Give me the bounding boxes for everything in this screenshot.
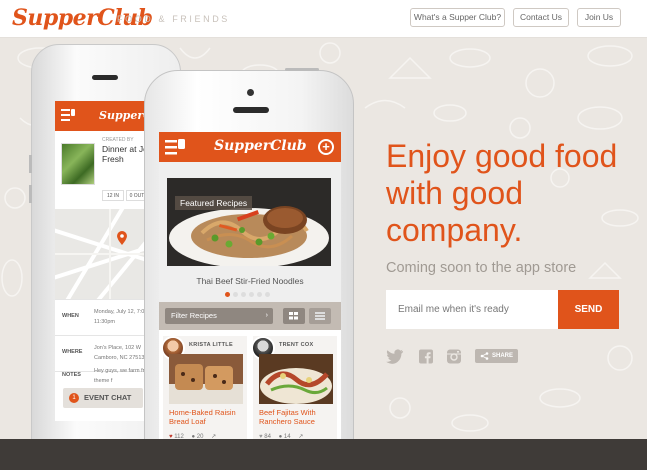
featured-recipes-carousel[interactable]: Featured Recipes Thai Beef Stir-Fried No… [159,162,341,302]
top-header: SupperClub FOOD & FRIENDS What's a Suppe… [0,0,647,38]
carousel-dot[interactable] [257,292,262,297]
event-thumbnail [61,143,95,185]
carousel-dot-active[interactable] [225,292,230,297]
recipe-author: TRENT COX [279,342,314,348]
email-signup-input[interactable] [386,290,558,329]
phone-power-button [285,68,319,71]
recipes-screen: SupperClub + Featured Recipes Thai Beef … [159,132,341,452]
filter-recipes-label: Filter Recipes [171,311,217,320]
featured-recipes-label: Featured Recipes [175,196,253,210]
carousel-dot[interactable] [249,292,254,297]
twitter-icon[interactable] [386,349,404,364]
created-by-label: CREATED BY [102,137,134,143]
map-pin-icon [117,231,127,245]
hero-subhead: Coming soon to the app store [386,260,577,276]
notes-label: NOTES [62,372,81,378]
page-footer [0,439,647,470]
phone-volume-button [29,155,32,173]
filter-recipes-dropdown[interactable]: Filter Recipes › [165,308,273,324]
nav-join-us-button[interactable]: Join Us [577,8,621,27]
event-chat-label: EVENT CHAT [84,393,132,402]
beef-fajitas-image [259,354,333,404]
chevron-right-icon: › [265,312,268,319]
recipe-title[interactable]: Beef Fajitas With Ranchero Sauce [259,408,335,426]
app-logo: SupperClub [214,138,307,154]
recipe-author: KRISTA LITTLE [189,342,233,348]
menu-icon[interactable] [165,139,185,155]
when-label: WHEN [62,313,79,319]
app-header-bar: SupperClub + [159,132,341,162]
filter-bar: Filter Recipes › [159,302,341,330]
hero-headline: Enjoy good food with good company. [386,138,618,248]
instagram-icon[interactable] [447,349,461,364]
noodles-image [167,178,331,266]
list-view-icon [315,312,325,320]
site-tagline: FOOD & FRIENDS [117,14,230,24]
where-label: WHERE [62,349,83,355]
phone-speaker [233,107,269,113]
rsvp-in-count[interactable]: 12 IN [102,190,124,201]
phone-volume-button [29,185,32,203]
recipe-card[interactable]: KRISTA LITTLE Home-Baked Raisin Bread Lo… [161,336,247,452]
grid-view-icon [289,312,298,320]
carousel-dot[interactable] [241,292,246,297]
grid-view-button[interactable] [283,308,305,324]
phone-mockup-front: SupperClub + Featured Recipes Thai Beef … [144,68,354,470]
carousel-dot[interactable] [265,292,270,297]
raisin-bread-image [169,354,243,404]
nav-contact-us-button[interactable]: Contact Us [513,8,569,27]
share-button[interactable]: SHARE [475,349,518,363]
share-label: SHARE [492,353,514,359]
menu-icon[interactable] [61,109,75,121]
recipe-card[interactable]: TRENT COX Beef Fajitas With Ranchero Sau… [251,336,337,452]
featured-recipe-caption[interactable]: Thai Beef Stir-Fried Noodles [159,276,341,286]
event-chat-button[interactable]: 1 EVENT CHAT [63,388,143,408]
send-button[interactable]: SEND [558,290,619,329]
featured-recipe-photo[interactable]: Featured Recipes [167,178,331,266]
recipe-title[interactable]: Home-Baked Raisin Bread Loaf [169,408,245,426]
share-icon [480,352,489,360]
phone-speaker [92,75,118,80]
chat-count-badge: 1 [69,393,79,403]
phone-camera [247,89,254,96]
nav-whats-supper-club-button[interactable]: What's a Supper Club? [410,8,505,27]
list-view-button[interactable] [309,308,331,324]
plus-icon[interactable]: + [318,139,334,155]
carousel-dot[interactable] [233,292,238,297]
facebook-icon[interactable] [419,349,433,364]
